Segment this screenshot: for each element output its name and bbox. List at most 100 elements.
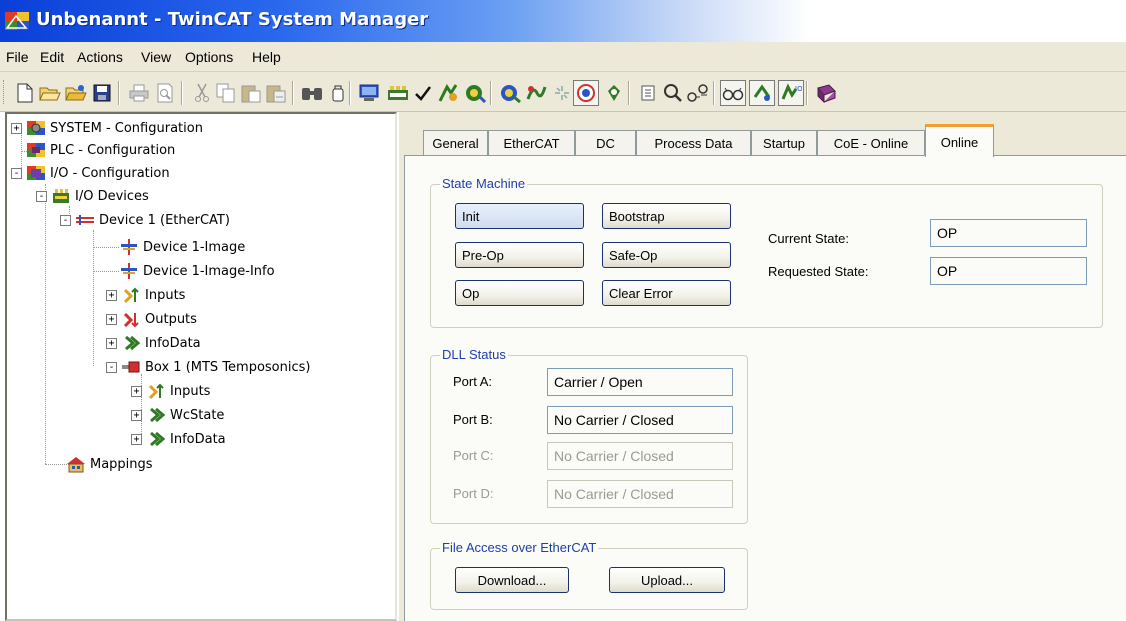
mapping-icon[interactable] — [685, 80, 711, 106]
collapse-toggle[interactable]: - — [11, 167, 22, 179]
expand-toggle[interactable]: + — [131, 385, 142, 397]
tree-item-wcstate[interactable]: + WcState — [131, 404, 224, 426]
open-icon[interactable] — [37, 80, 63, 106]
restart-config-mode-icon[interactable] — [462, 80, 488, 106]
pre-op-button[interactable]: Pre-Op — [455, 242, 584, 268]
tree-item-outputs[interactable]: + Outputs — [106, 308, 197, 330]
io-config-icon — [26, 164, 46, 182]
tab-process-data[interactable]: Process Data — [636, 130, 751, 156]
menu-options[interactable]: Options — [185, 49, 233, 65]
menu-actions[interactable]: Actions — [77, 49, 123, 65]
tree-item-infodata[interactable]: + InfoData — [106, 332, 201, 354]
tree-item-device-1-ethercat[interactable]: - Device 1 (EtherCAT) — [60, 209, 230, 231]
online-watch-icon[interactable] — [720, 80, 746, 106]
menu-bar: File Edit Actions View Options Help — [0, 42, 1126, 72]
tab-general[interactable]: General — [423, 130, 488, 156]
plc-config-icon — [26, 141, 46, 159]
svg-text:IO: IO — [795, 85, 802, 93]
tree-connector — [93, 271, 119, 272]
toolbar-separator — [628, 81, 630, 105]
search-icon[interactable] — [660, 80, 686, 106]
tree-item-label: InfoData — [170, 431, 226, 447]
port-c-status: No Carrier / Closed — [547, 442, 733, 470]
expand-toggle[interactable]: + — [11, 122, 22, 134]
toolbar-grip[interactable] — [3, 80, 6, 104]
tree-item-mappings[interactable]: Mappings — [66, 453, 153, 475]
online-icon[interactable] — [573, 80, 599, 106]
tab-online[interactable]: Online — [925, 124, 994, 157]
safe-op-button[interactable]: Safe-Op — [602, 242, 731, 268]
tree-item-box-1[interactable]: - Box 1 (MTS Temposonics) — [106, 356, 310, 378]
expand-toggle[interactable]: + — [106, 313, 117, 325]
expand-toggle[interactable]: + — [131, 433, 142, 445]
tree-item-io-configuration[interactable]: - I/O - Configuration — [11, 162, 170, 184]
print-icon[interactable] — [126, 80, 152, 106]
tab-startup[interactable]: Startup — [751, 130, 817, 156]
menu-file[interactable]: File — [6, 49, 29, 65]
zoom-icon[interactable] — [636, 80, 662, 106]
copy-icon[interactable] — [213, 80, 239, 106]
collapse-toggle[interactable]: - — [106, 361, 117, 373]
show-online-data-icon[interactable] — [749, 80, 775, 106]
help-icon[interactable] — [813, 80, 839, 106]
tab-dc[interactable]: DC — [575, 130, 636, 156]
tree-item-device-1-image-info[interactable]: Device 1-Image-Info — [119, 260, 275, 282]
print-preview-icon[interactable] — [152, 80, 178, 106]
reload-devices-icon[interactable] — [497, 80, 523, 106]
expand-toggle[interactable]: + — [106, 337, 117, 349]
tree-item-label: PLC - Configuration — [50, 142, 176, 158]
tab-ethercat[interactable]: EtherCAT — [488, 130, 575, 156]
menu-edit[interactable]: Edit — [40, 49, 64, 65]
show-variables-icon[interactable] — [601, 80, 627, 106]
cut-icon[interactable] — [189, 80, 215, 106]
tab-coe-online[interactable]: CoE - Online — [817, 130, 925, 156]
upload-button[interactable]: Upload... — [609, 567, 725, 593]
find-next-icon[interactable] — [325, 80, 351, 106]
tree-item-label: InfoData — [145, 335, 201, 351]
bootstrap-button[interactable]: Bootstrap — [602, 203, 731, 229]
new-icon[interactable] — [12, 80, 38, 106]
toggle-free-run-icon[interactable] — [549, 80, 575, 106]
op-button[interactable]: Op — [455, 280, 584, 306]
twincat-app-icon — [4, 8, 30, 34]
paste-icon[interactable] — [238, 80, 264, 106]
expand-toggle[interactable]: + — [106, 289, 117, 301]
menu-view[interactable]: View — [141, 49, 171, 65]
download-button[interactable]: Download... — [455, 567, 569, 593]
toolbar-separator — [292, 81, 294, 105]
tree-item-box-infodata[interactable]: + InfoData — [131, 428, 226, 450]
set-run-mode-icon[interactable] — [435, 80, 461, 106]
paste-with-links-icon[interactable] — [263, 80, 289, 106]
activate-configuration-icon[interactable] — [410, 80, 436, 106]
show-sub-items-icon[interactable]: IO — [778, 80, 804, 106]
configuration-tree[interactable]: + SYSTEM - Configuration PLC - Configura… — [5, 112, 397, 621]
port-c-label: Port C: — [453, 448, 494, 463]
tree-item-label: Box 1 (MTS Temposonics) — [145, 359, 311, 375]
collapse-toggle[interactable]: - — [60, 214, 71, 226]
tree-item-device-1-image[interactable]: Device 1-Image — [119, 236, 245, 258]
tree-item-label: WcState — [170, 407, 225, 423]
scan-devices-icon[interactable] — [523, 80, 549, 106]
open-project-icon[interactable] — [63, 80, 89, 106]
box-icon — [121, 358, 141, 376]
expand-toggle[interactable]: + — [131, 409, 142, 421]
tree-item-label: Outputs — [145, 311, 197, 327]
tree-item-plc-configuration[interactable]: PLC - Configuration — [26, 139, 175, 161]
menu-help[interactable]: Help — [252, 49, 281, 65]
generate-mappings-icon[interactable] — [356, 80, 382, 106]
title-bar[interactable]: Unbenannt - TwinCAT System Manager — [0, 0, 1126, 42]
tree-item-inputs[interactable]: + Inputs — [106, 284, 185, 306]
tree-item-label: Mappings — [90, 456, 153, 472]
tree-item-box-inputs[interactable]: + Inputs — [131, 380, 210, 402]
tree-item-io-devices[interactable]: - I/O Devices — [36, 185, 149, 207]
image-icon — [119, 238, 139, 256]
collapse-toggle[interactable]: - — [36, 190, 47, 202]
tree-item-system-configuration[interactable]: + SYSTEM - Configuration — [11, 117, 203, 139]
find-icon[interactable] — [299, 80, 325, 106]
current-state-label: Current State: — [768, 231, 849, 246]
check-configuration-icon[interactable] — [385, 80, 411, 106]
clear-error-button[interactable]: Clear Error — [602, 280, 731, 306]
toolbar-separator — [181, 81, 183, 105]
save-icon[interactable] — [89, 80, 115, 106]
init-button[interactable]: Init — [455, 203, 584, 229]
